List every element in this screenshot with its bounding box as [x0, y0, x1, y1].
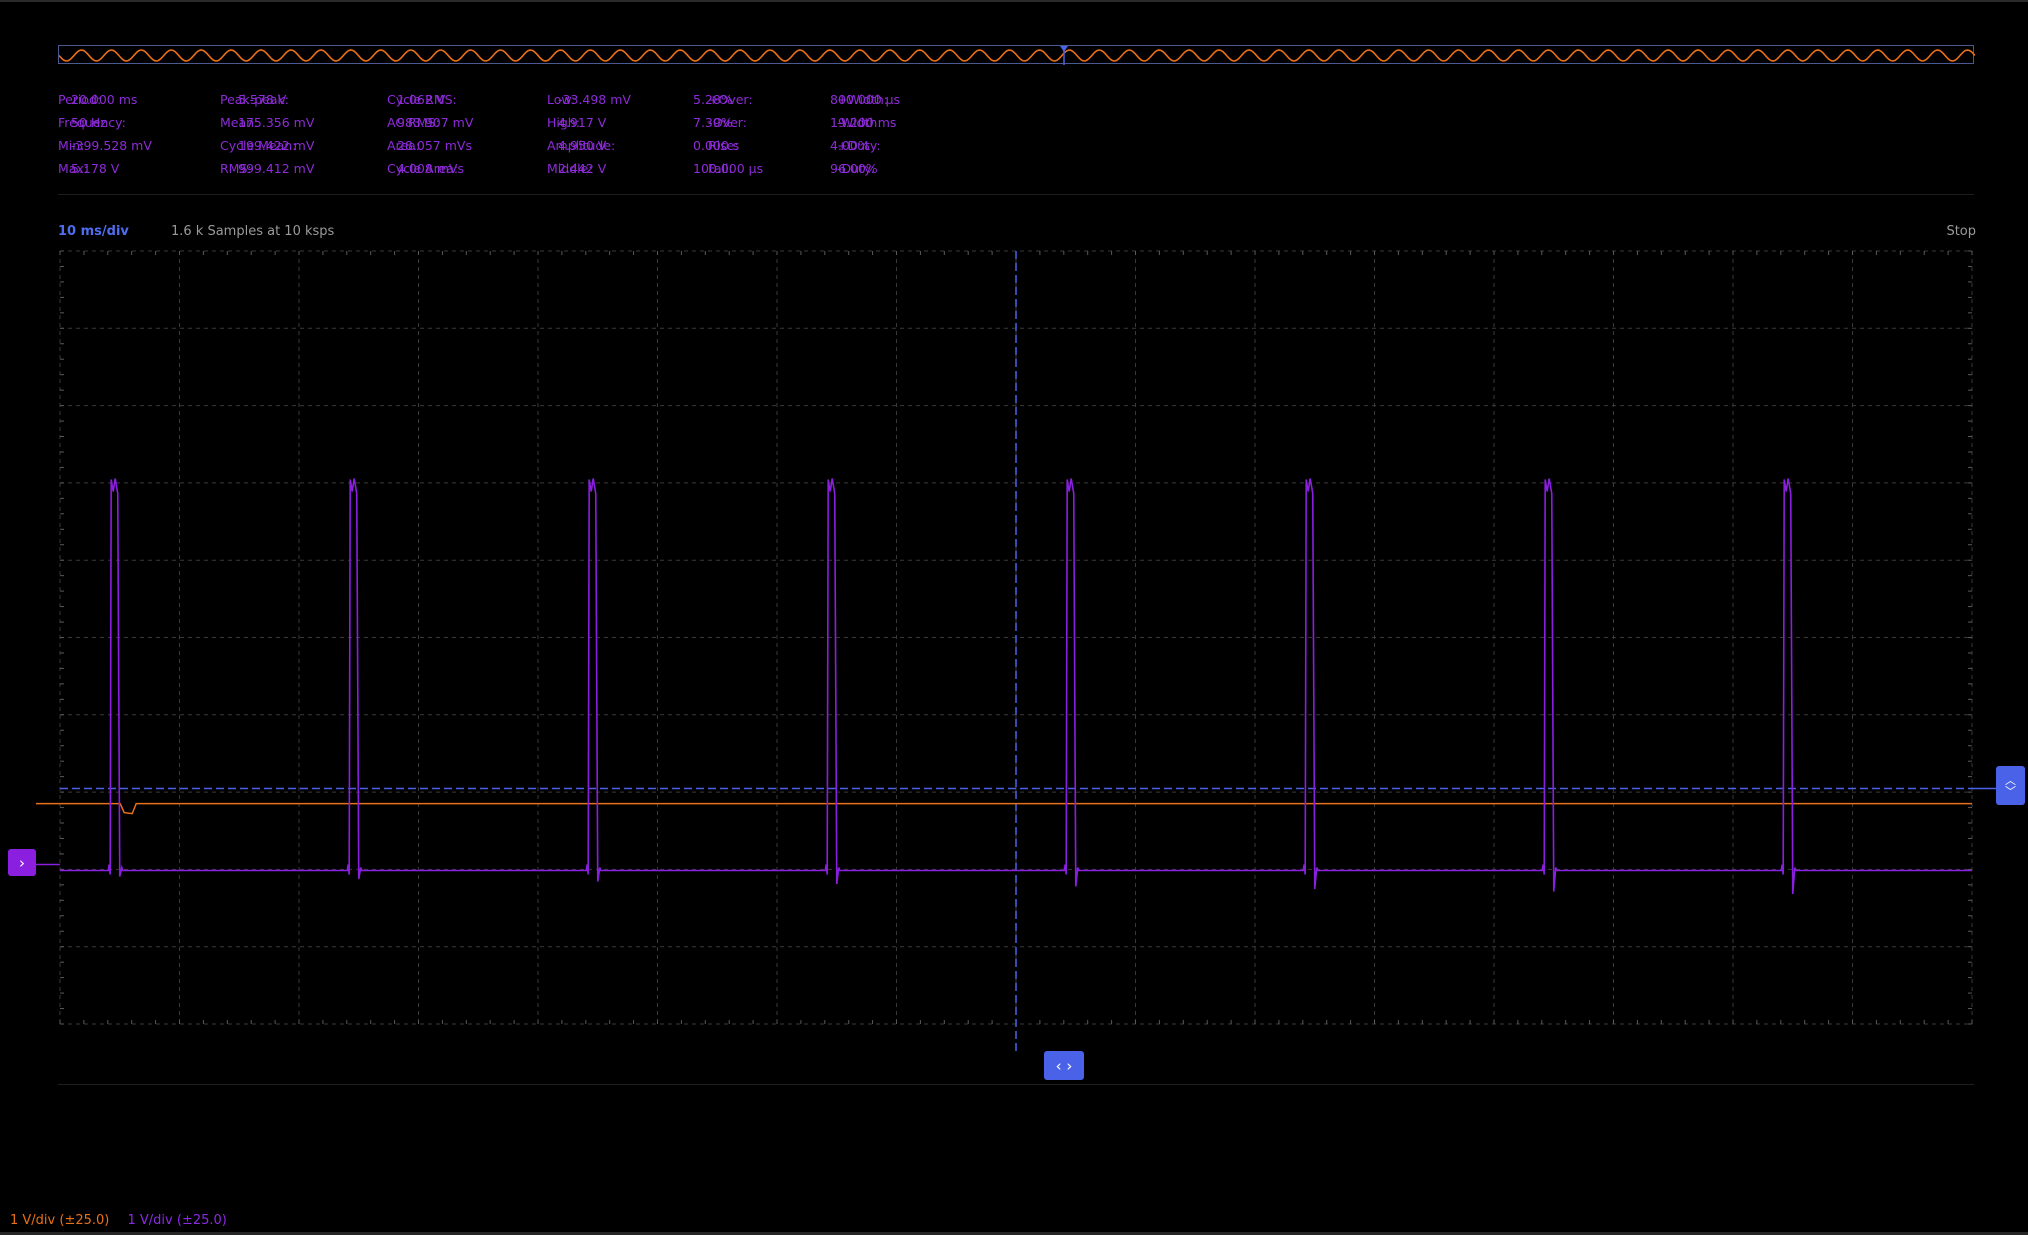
trigger-time-handle[interactable]: ‹ › — [1044, 1051, 1084, 1080]
chevron-down-icon: ﹀ — [2005, 784, 2016, 798]
channel-status-bar: 1 V/div (±25.0) 1 V/div (±25.0) — [10, 1213, 227, 1228]
channel-1-status[interactable]: 1 V/div (±25.0) — [10, 1213, 109, 1228]
channel-offset-handle[interactable]: › — [8, 849, 36, 876]
chevron-up-icon: ︿ — [2005, 773, 2016, 787]
trigger-level-handle[interactable]: ︿ ﹀ — [1996, 766, 2025, 805]
chevron-left-right-icon: ‹ › — [1055, 1056, 1073, 1075]
separator-bottom — [58, 1084, 1974, 1085]
channel-2-status[interactable]: 1 V/div (±25.0) — [128, 1213, 227, 1228]
chevron-right-icon: › — [19, 853, 25, 872]
oscilloscope-plot[interactable] — [0, 0, 2028, 1100]
